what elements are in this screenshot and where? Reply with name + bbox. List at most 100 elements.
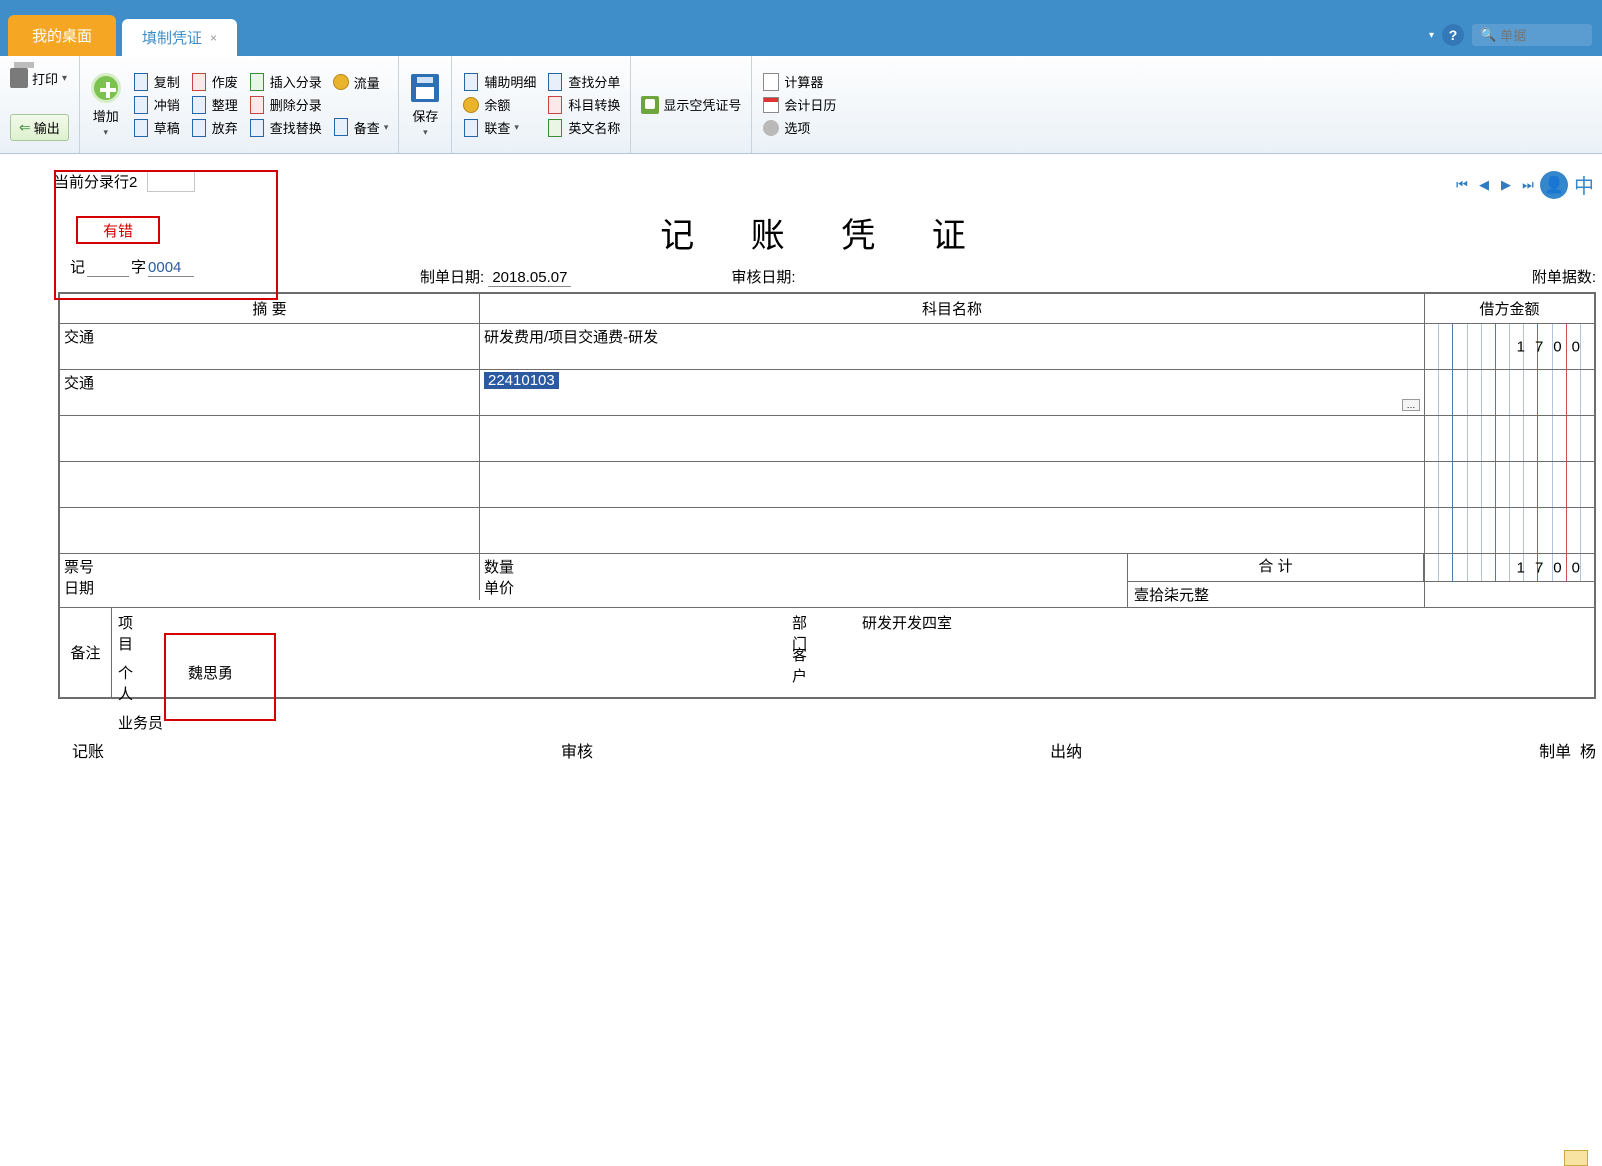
subject-cell[interactable] xyxy=(480,508,1425,554)
table-row[interactable] xyxy=(60,462,1595,508)
reverse-button[interactable]: 冲销 xyxy=(132,95,180,114)
lookup-button[interactable]: … xyxy=(1402,399,1420,411)
summary-cell[interactable] xyxy=(60,416,480,462)
copy-button[interactable]: 复制 xyxy=(132,72,180,91)
english-name-button[interactable]: 英文名称 xyxy=(546,118,620,137)
sign-audit: 审核 xyxy=(561,738,1050,762)
draft-button[interactable]: 草稿 xyxy=(132,118,180,137)
abandon-button[interactable]: 放弃 xyxy=(190,118,238,137)
summary-cell[interactable] xyxy=(60,462,480,508)
subject-cell[interactable] xyxy=(480,462,1425,508)
total-cn: 壹拾柒元整 xyxy=(1128,582,1424,607)
ticket-no-label: 票号 xyxy=(64,559,94,576)
export-icon: ⇐ xyxy=(19,119,31,136)
gear-icon xyxy=(762,119,780,137)
insert-entry-button[interactable]: 插入分录 xyxy=(248,72,322,91)
search-icon xyxy=(546,73,564,91)
doc-icon xyxy=(190,96,208,114)
show-empty-no-button[interactable]: 显示空凭证号 xyxy=(641,95,741,114)
debit-cell[interactable] xyxy=(1425,370,1595,416)
flow-button[interactable]: 流量 xyxy=(332,73,389,92)
attachment-label: 附单据数: xyxy=(1532,269,1596,286)
tab-desktop[interactable]: 我的桌面 xyxy=(8,15,116,56)
meta-row: 制单日期: 2018.05.07 审核日期: 附单据数: xyxy=(54,266,1596,287)
debit-cell[interactable]: 1700 xyxy=(1425,324,1595,370)
export-button[interactable]: ⇐ 输出 xyxy=(10,114,69,141)
save-button[interactable]: 保存 ▾ xyxy=(409,72,441,138)
related-query-button[interactable]: 联查▾ xyxy=(462,118,536,137)
table-row[interactable]: 交通 22410103 … xyxy=(60,370,1595,416)
chevron-down-icon: ▾ xyxy=(423,127,428,138)
project-label: 项 目 xyxy=(118,612,178,654)
void-button[interactable]: 作废 xyxy=(190,72,238,91)
plus-icon xyxy=(90,72,122,104)
aux-detail-button[interactable]: 辅助明细 xyxy=(462,72,536,91)
table-row[interactable]: 交通 研发费用/项目交通费-研发 1700 xyxy=(60,324,1595,370)
customer-label: 客 户 xyxy=(792,644,852,686)
subject-convert-button[interactable]: 科目转换 xyxy=(546,95,620,114)
audit-date-label: 审核日期: xyxy=(731,269,795,286)
find-entry-button[interactable]: 查找分单 xyxy=(546,72,620,91)
note-card-icon[interactable] xyxy=(1564,1150,1588,1166)
void-icon xyxy=(190,73,208,91)
table-row[interactable] xyxy=(60,416,1595,462)
backup-icon xyxy=(332,118,350,136)
chevron-down-icon: ▾ xyxy=(62,73,67,84)
tab-dropdown-icon[interactable]: ▾ xyxy=(1429,30,1434,41)
floppy-icon xyxy=(190,119,208,137)
current-line-input[interactable] xyxy=(147,170,195,192)
tab-desktop-label: 我的桌面 xyxy=(32,25,92,46)
flow-icon xyxy=(332,73,350,91)
col-summary: 摘 要 xyxy=(60,294,480,324)
link-icon xyxy=(462,119,480,137)
summary-cell[interactable] xyxy=(60,508,480,554)
dept-value[interactable]: 研发开发四室 xyxy=(862,612,952,654)
close-icon[interactable]: × xyxy=(210,31,217,45)
calculator-button[interactable]: 计算器 xyxy=(762,72,836,91)
debit-cell[interactable] xyxy=(1425,462,1595,508)
debit-cell[interactable] xyxy=(1425,416,1595,462)
subject-cell[interactable]: 研发费用/项目交通费-研发 xyxy=(480,324,1425,370)
balance-button[interactable]: 余额 xyxy=(462,95,536,114)
subject-cell[interactable]: 22410103 … xyxy=(480,370,1425,416)
en-icon xyxy=(546,119,564,137)
debit-cell[interactable] xyxy=(1425,508,1595,554)
doc-icon xyxy=(132,96,150,114)
find-icon xyxy=(248,119,266,137)
tab-voucher[interactable]: 填制凭证 × xyxy=(122,19,237,56)
acct-calendar-button[interactable]: 会计日历 xyxy=(762,95,836,114)
print-button[interactable]: 打印 ▾ xyxy=(10,69,69,88)
subject-cell[interactable] xyxy=(480,416,1425,462)
find-replace-button[interactable]: 查找替换 xyxy=(248,118,322,137)
date-label: 日期 xyxy=(64,580,94,597)
person-label: 个 人 xyxy=(118,662,178,704)
backup-button[interactable]: 备查▾ xyxy=(332,118,389,137)
make-date-label: 制单日期: xyxy=(420,269,484,286)
search-input[interactable] xyxy=(1500,28,1570,43)
sign-maker-name: 杨 xyxy=(1580,744,1596,761)
summary-cell[interactable]: 交通 xyxy=(60,370,480,416)
table-row[interactable] xyxy=(60,508,1595,554)
person-value[interactable]: 魏思勇 xyxy=(188,662,233,704)
tidy-button[interactable]: 整理 xyxy=(190,95,238,114)
delete-entry-button[interactable]: 删除分录 xyxy=(248,95,322,114)
ribbon-group-query: 辅助明细 余额 联查▾ 查找分单 科目转换 英文名称 xyxy=(452,56,631,153)
options-button[interactable]: 选项 xyxy=(762,118,836,137)
remarks-label: 备注 xyxy=(60,608,112,697)
add-button[interactable]: 增加 ▾ xyxy=(90,72,122,138)
sign-cashier: 出纳 xyxy=(1050,738,1539,762)
subject-code-selected: 22410103 xyxy=(484,372,559,389)
qty-label: 数量 xyxy=(484,559,514,576)
tab-bar: 我的桌面 填制凭证 × ▾ ? 🔍 xyxy=(0,18,1602,56)
summary-cell[interactable]: 交通 xyxy=(60,324,480,370)
agent-label: 业务员 xyxy=(118,712,178,733)
help-icon[interactable]: ? xyxy=(1442,24,1464,46)
col-subject: 科目名称 xyxy=(480,294,1425,324)
chip-icon xyxy=(641,96,659,114)
global-search[interactable]: 🔍 xyxy=(1472,24,1592,46)
make-date-value[interactable]: 2018.05.07 xyxy=(488,269,571,287)
doc-icon xyxy=(132,73,150,91)
current-line-label: 当前分录行2 xyxy=(54,171,137,192)
sign-maker: 制单 xyxy=(1539,744,1571,761)
sign-book: 记账 xyxy=(72,738,561,762)
